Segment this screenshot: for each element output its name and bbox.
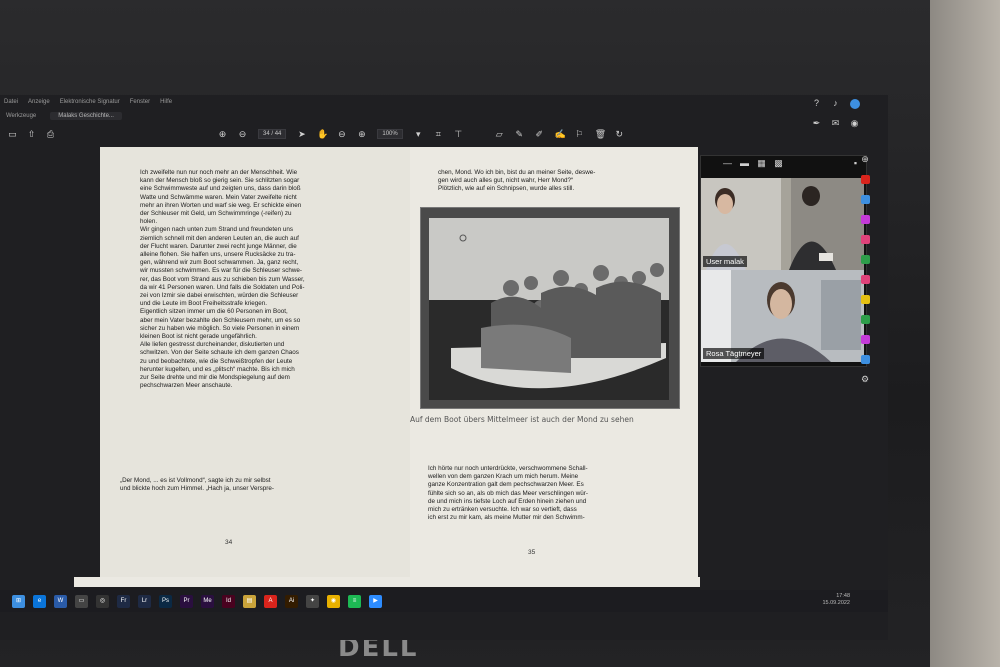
page-down-icon[interactable]: ⊖ [238,129,247,139]
system-clock[interactable]: 17:48 15.09.2022 [822,593,850,607]
pinned-app-icon[interactable]: ✦ [306,594,319,608]
acrobat-taskbar-icon[interactable]: A [264,594,277,608]
fill-sign-icon[interactable] [860,275,870,284]
chevron-down-icon[interactable]: ▾ [414,129,423,139]
side-app-strip: ⊕ ⚙ [855,155,875,605]
explorer-icon[interactable]: ▭ [75,594,88,608]
menu-item-fenster[interactable]: Fenster [130,99,150,105]
toolbar: ▭ ⇧ ⎙ ⊕ ⊖ 34 / 44 ➤ ✋ ⊖ ⊕ 100% ▾ ⌗ ⊤ ▱ ✎… [0,123,820,145]
image-caption: Auf dem Boot übers Mittelmeer ist auch d… [410,415,634,424]
upload-icon[interactable]: ⇧ [27,129,36,139]
right-page-text: chen, Mond. Wo ich bin, bist du an meine… [438,169,596,193]
help-icon[interactable]: ? [812,99,821,108]
save-icon[interactable]: ▭ [8,129,17,139]
left-page-text-end: „Der Mond, ... es ist Vollmond“, sagte i… [120,477,274,493]
taskbar-app-id[interactable]: Id [222,594,235,608]
trash-icon[interactable]: 🗑 [595,129,606,139]
page-number-left: 34 [225,539,233,546]
tab-document[interactable]: Malaks Geschichte... [50,112,122,120]
boat-illustration [420,207,680,409]
clock-time: 17:48 [836,593,850,599]
zoom-select[interactable]: 100% [377,129,403,139]
current-page: 34 [263,131,270,137]
gallery-view-icon[interactable]: ▦ [757,158,766,168]
more-tools-icon[interactable]: ⚙ [861,375,870,384]
minimize-icon[interactable]: — [723,158,732,168]
taskbar-app-lr[interactable]: Lr [138,594,151,608]
right-page-text-end: Ich hörte nur noch unterdrückte, verschw… [428,465,588,522]
acrobat-icon[interactable] [860,175,870,184]
windows-start-icon[interactable]: ⊞ [12,594,25,608]
zoom-app-icon[interactable]: ▶ [369,594,382,608]
video-call-panel: — ▬ ▦ ▩ ▪ User malak Rosa Tägtmeyer [700,155,867,367]
crop-icon[interactable]: ⌗ [434,129,443,139]
tab-tools[interactable]: Werkzeuge [6,113,36,119]
page-total: / 44 [271,131,282,137]
taskbar-app-pr[interactable]: Pr [180,594,193,608]
chrome-icon[interactable]: ◎ [96,594,109,608]
menu-item-anzeige[interactable]: Anzeige [28,99,50,105]
background-wall [930,0,1000,667]
select-cursor-icon[interactable]: ➤ [297,129,306,139]
hand-tool-icon[interactable]: ✋ [317,129,328,139]
page-up-icon[interactable]: ⊕ [218,129,227,139]
share-icon[interactable]: ✒ [812,119,821,128]
sign-icon[interactable]: ✍ [555,129,566,139]
comment-tool-icon[interactable] [860,295,870,304]
document-page-left: Ich zweifelte nun nur noch mehr an der M… [100,147,410,577]
comment-icon[interactable]: ▱ [495,129,504,139]
participant-name-2: Rosa Tägtmeyer [703,348,765,359]
word-icon[interactable]: W [54,594,67,608]
boat-drawing [421,208,679,408]
zoom-lens-icon[interactable]: ⊕ [861,155,870,164]
left-page-text: Ich zweifelte nun nur noch mehr an der M… [140,169,305,390]
stamp-tool-icon[interactable]: ⚐ [575,129,584,139]
user-icon[interactable]: ◉ [850,119,859,128]
rotate-icon[interactable]: ↻ [615,129,624,139]
organize-pages-icon[interactable] [860,255,870,264]
document-page-right: chen, Mond. Wo ich bin, bist du an meine… [410,147,698,577]
menu-bar: Datei Anzeige Elektronische Signatur Fen… [0,95,824,109]
grid-view-icon[interactable]: ▩ [774,158,783,168]
taskbar-app-me[interactable]: Me [201,594,214,608]
menu-item-hilfe[interactable]: Hilfe [160,99,172,105]
shield-icon[interactable] [860,355,870,364]
zoom-out-icon[interactable]: ⊖ [337,129,346,139]
mail-icon[interactable]: ✉ [831,119,840,128]
protect-icon[interactable] [860,335,870,344]
page-number-right: 35 [528,549,536,556]
page-number-input[interactable]: 34 / 44 [258,129,287,139]
edit-pdf-icon[interactable] [860,215,870,224]
taskbar: ⊞ e W ▭ ◎ Fr Lr Ps Pr Me Id ▤ A Ai ✦ ◉ ≡… [0,590,888,612]
file-manager-icon[interactable]: ▤ [243,594,256,608]
taskbar-app-ps[interactable]: Ps [159,594,172,608]
highlighter-icon[interactable]: ✐ [535,129,544,139]
bell-icon[interactable]: ♪ [831,99,840,108]
account-icon[interactable] [850,99,860,109]
zoom-in-icon[interactable]: ⊕ [357,129,366,139]
spotify-icon[interactable]: ≡ [348,594,361,608]
speaker-view-icon[interactable]: ▬ [740,158,749,168]
clock-date: 15.09.2022 [822,600,850,606]
screen: Datei Anzeige Elektronische Signatur Fen… [0,95,888,640]
print-icon[interactable]: ⎙ [46,129,55,139]
chrome-taskbar-icon[interactable]: ◉ [327,594,340,608]
menu-item-signatur[interactable]: Elektronische Signatur [60,99,120,105]
menu-item-datei[interactable]: Datei [4,99,18,105]
pen-icon[interactable]: ✎ [515,129,524,139]
taskbar-app-fr[interactable]: Fr [117,594,130,608]
participant-name-1: User malak [703,256,747,267]
print-production-icon[interactable] [860,315,870,324]
edge-icon[interactable]: e [33,594,46,608]
acrobat-right-tools: ? ♪ ✒ ✉ ◉ [812,99,860,128]
video-tile-1[interactable]: User malak [701,178,864,270]
share-tool-icon[interactable] [860,195,870,204]
video-tile-2[interactable]: Rosa Tägtmeyer [701,270,864,362]
export-pdf-icon[interactable] [860,235,870,244]
taskbar-app-ai[interactable]: Ai [285,594,298,608]
tab-bar: Werkzeuge Malaks Geschichte... [0,109,826,123]
stamp-icon[interactable]: ⊤ [454,129,463,139]
call-controls: — ▬ ▦ ▩ ▪ [701,156,866,170]
